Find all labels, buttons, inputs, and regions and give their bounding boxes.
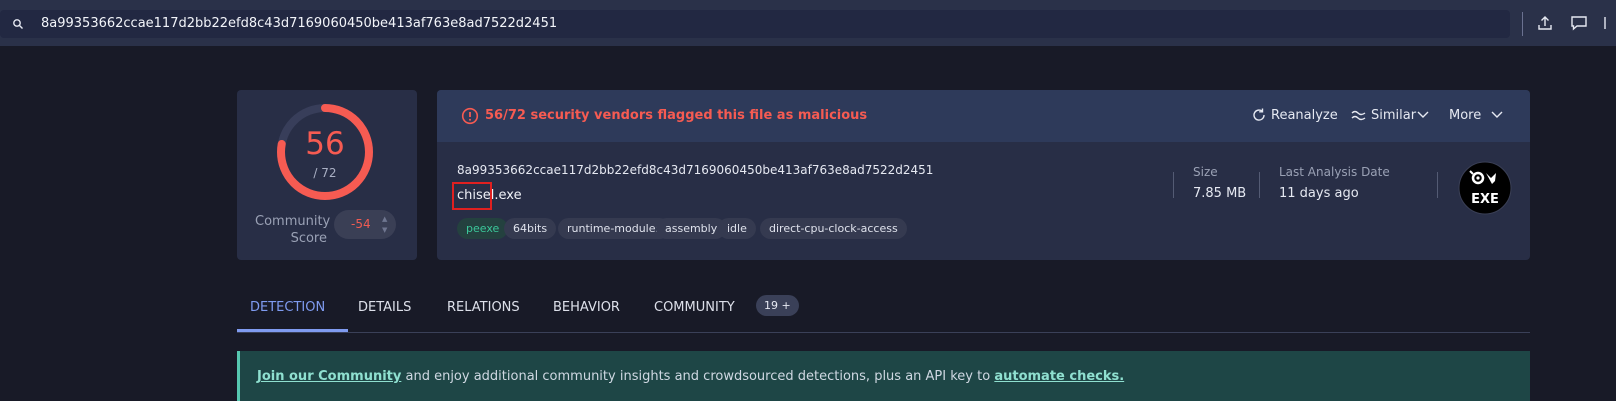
last-analysis-value: 11 days ago: [1279, 186, 1359, 201]
active-tab-indicator: [237, 329, 348, 332]
toolbar-divider: [1522, 12, 1523, 36]
vote-up-icon[interactable]: ▲: [382, 215, 387, 223]
more-button[interactable]: More: [1449, 108, 1481, 123]
menu-icon[interactable]: [1604, 15, 1616, 31]
file-summary-card: 56/72 security vendors flagged this file…: [437, 90, 1530, 260]
community-score-value: -54: [351, 217, 371, 231]
exe-icon-label: EXE: [1471, 192, 1499, 207]
file-hash[interactable]: 8a99353662ccae117d2bb22efd8c43d716906045…: [457, 163, 933, 177]
chevron-down-icon[interactable]: [1417, 111, 1429, 119]
reanalyze-icon[interactable]: [1251, 107, 1267, 123]
detection-count: 56: [305, 126, 345, 162]
upload-icon[interactable]: [1537, 15, 1553, 31]
join-community-link[interactable]: Join our Community: [257, 369, 401, 384]
comment-icon[interactable]: [1570, 15, 1588, 31]
automate-checks-link[interactable]: automate checks.: [994, 369, 1124, 384]
size-label: Size: [1193, 165, 1218, 179]
meta-divider: [1259, 172, 1260, 198]
tab-relations[interactable]: RELATIONS: [447, 300, 520, 315]
meta-divider: [1173, 172, 1174, 198]
report-tabs: DETECTION DETAILS RELATIONS BEHAVIOR COM…: [237, 290, 1530, 333]
tab-details[interactable]: DETAILS: [358, 300, 411, 315]
tag-assembly[interactable]: assembly: [656, 218, 727, 239]
tag-peexe[interactable]: peexe: [457, 218, 509, 239]
banner-body: and enjoy additional community insights …: [401, 369, 995, 384]
community-score-widget[interactable]: -54 ▲ ▼: [334, 210, 396, 239]
chevron-down-icon[interactable]: [1491, 111, 1503, 119]
tag-idle[interactable]: idle: [718, 218, 756, 239]
malicious-alert-text: 56/72 security vendors flagged this file…: [485, 108, 868, 123]
banner-text: Join our Community and enjoy additional …: [257, 369, 1124, 384]
search-bar[interactable]: 8a99353662ccae117d2bb22efd8c43d716906045…: [0, 10, 1510, 38]
reanalyze-button[interactable]: Reanalyze: [1271, 108, 1338, 123]
tab-detection[interactable]: DETECTION: [250, 300, 325, 315]
summary-header: 56/72 security vendors flagged this file…: [437, 90, 1530, 142]
search-icon: [13, 19, 23, 29]
community-banner: Join our Community and enjoy additional …: [237, 351, 1530, 401]
detection-score-card: 56 / 72 Community Score -54 ▲ ▼: [237, 90, 417, 260]
exe-filetype-icon: EXE: [1458, 161, 1512, 215]
search-input[interactable]: 8a99353662ccae117d2bb22efd8c43d716906045…: [41, 16, 557, 31]
detection-total: / 72: [313, 166, 337, 180]
size-value: 7.85 MB: [1193, 186, 1247, 201]
vote-down-icon[interactable]: ▼: [382, 226, 387, 234]
tag-runtime-modules[interactable]: runtime-modules: [558, 218, 671, 239]
tag-64bits[interactable]: 64bits: [504, 218, 557, 239]
similar-icon[interactable]: [1350, 107, 1368, 123]
similar-button[interactable]: Similar: [1371, 108, 1416, 123]
tab-behavior[interactable]: BEHAVIOR: [553, 300, 620, 315]
tag-direct-cpu-clock-access[interactable]: direct-cpu-clock-access: [760, 218, 907, 239]
tab-community[interactable]: COMMUNITY: [654, 300, 735, 315]
alert-icon: [461, 107, 479, 125]
last-analysis-label: Last Analysis Date: [1279, 165, 1390, 179]
meta-divider: [1437, 172, 1438, 198]
highlight-box: [452, 182, 492, 210]
top-bar: 8a99353662ccae117d2bb22efd8c43d716906045…: [0, 0, 1616, 46]
community-score-label: Community Score: [255, 214, 331, 246]
community-count-badge: 19 +: [756, 295, 799, 316]
